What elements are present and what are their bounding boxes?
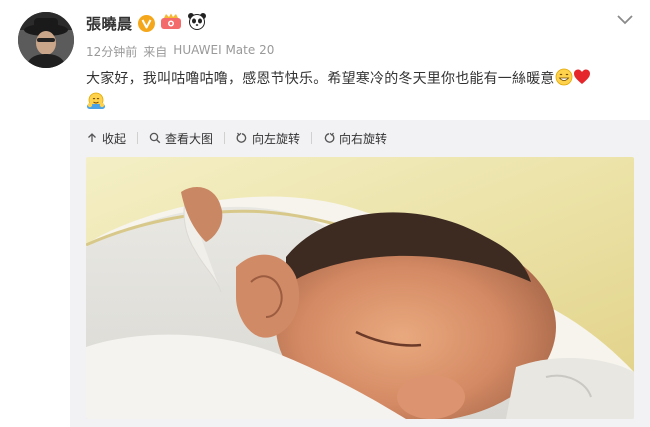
toolbar-divider [224,132,226,144]
collapse-icon [88,133,96,142]
post-header: 張曉晨 12分钟前 来自 HUAWEI Mate 20 大家好，我叫咕噜咕噜，感… [0,0,650,120]
author-name[interactable]: 張曉晨 [86,13,133,34]
author-row: 張曉晨 [86,11,207,35]
chevron-down-icon[interactable] [616,14,634,26]
post-body: 大家好，我叫咕噜咕噜，感恩节快乐。希望寒冷的冬天里你也能有一絲暖意 [86,71,555,87]
source-prefix: 来自 [143,45,168,59]
rotate-right-icon [324,132,335,143]
rotate-left-label: 向左旋转 [252,131,301,146]
post-meta: 12分钟前 来自 HUAWEI Mate 20 [86,43,274,60]
rotate-left-icon [236,132,247,143]
newborn-photo [86,157,634,419]
avatar-image [18,12,74,68]
rotate-right-label: 向右旋转 [339,131,388,146]
rotate-right-button[interactable]: 向右旋转 [323,130,387,147]
toolbar-divider [137,132,139,144]
view-large-label: 查看大图 [165,131,214,146]
rotate-left-button[interactable]: 向左旋转 [236,130,300,147]
image-toolbar: 收起 查看大图 向左旋转 向右旋转 [86,128,387,148]
search-icon [149,132,161,144]
source-device[interactable]: HUAWEI Mate 20 [173,43,274,60]
collapse-button[interactable]: 收起 [86,130,126,147]
post-time[interactable]: 12分钟前 [86,43,137,60]
grin-emoji [555,68,573,92]
view-large-button[interactable]: 查看大图 [149,130,213,147]
crown-member-icon[interactable] [160,13,182,34]
post-text: 大家好，我叫咕噜咕噜，感恩节快乐。希望寒冷的冬天里你也能有一絲暖意 [86,68,636,92]
panda-icon[interactable] [187,12,207,34]
avatar[interactable] [18,12,74,68]
verified-v-icon[interactable] [137,14,155,32]
post-photo[interactable] [86,157,634,419]
red-heart-emoji [573,68,591,92]
hug-emoji [86,92,106,114]
collapse-label: 收起 [102,131,127,146]
toolbar-divider [311,132,313,144]
